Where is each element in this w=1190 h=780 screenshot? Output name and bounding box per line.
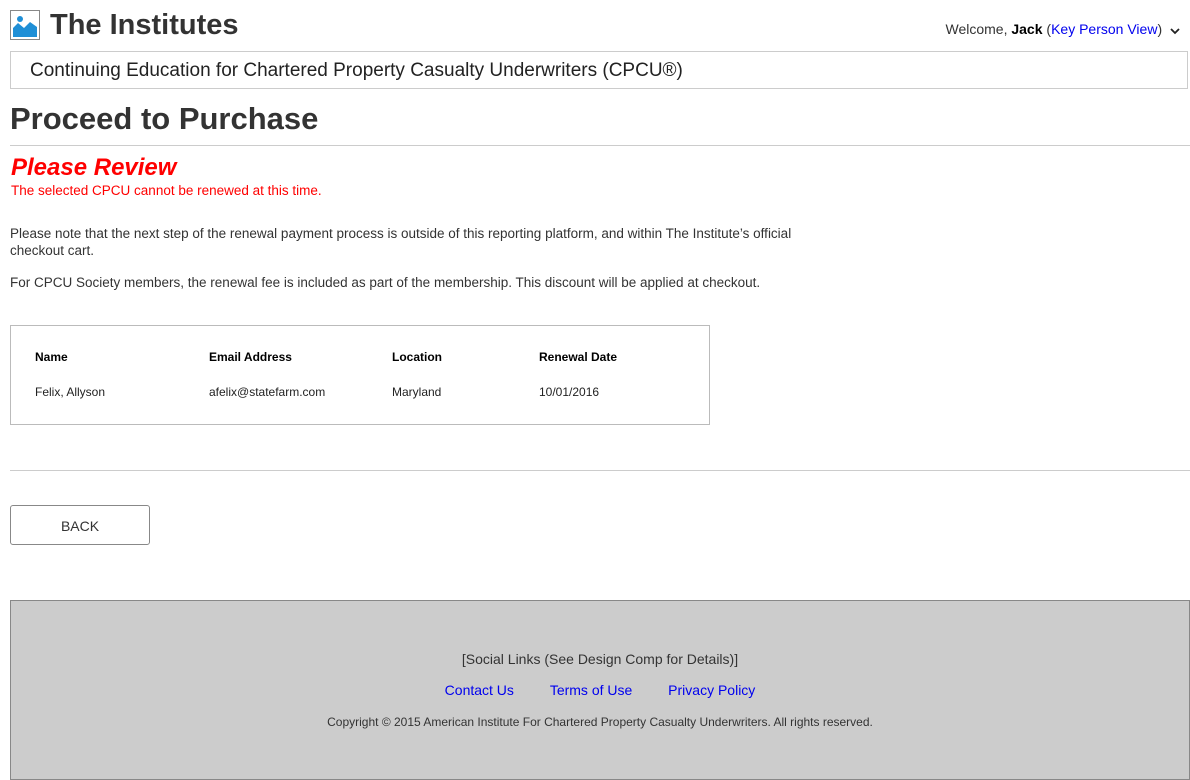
cell-location: Maryland	[392, 385, 442, 399]
cell-email: afelix@statefarm.com	[209, 385, 326, 399]
copyright: Copyright © 2015 American Institute For …	[327, 715, 873, 729]
welcome-prefix: Welcome,	[945, 21, 1012, 37]
divider	[10, 470, 1190, 471]
divider	[10, 145, 1190, 146]
footer-links: Contact Us Terms of Use Privacy Policy	[11, 681, 1189, 699]
cell-renewal-date: 10/01/2016	[539, 385, 600, 399]
view-close-paren: )	[1157, 21, 1163, 37]
back-button[interactable]: BACK	[10, 505, 150, 545]
page: The Institutes Welcome, Jack (Key Person…	[0, 0, 1190, 780]
image-placeholder-icon[interactable]	[10, 10, 40, 40]
welcome-bar: Welcome, Jack (Key Person View)	[945, 20, 1180, 39]
key-person-view-link[interactable]: Key Person View	[1051, 21, 1157, 37]
society-note: For CPCU Society members, the renewal fe…	[10, 275, 761, 290]
header: The Institutes Welcome, Jack (Key Person…	[10, 8, 1180, 44]
column-header-renewal-date: Renewal Date	[539, 350, 618, 364]
cell-name: Felix, Allyson	[35, 385, 106, 399]
column-header-location: Location	[392, 350, 442, 364]
footer: [Social Links (See Design Comp for Detai…	[10, 600, 1190, 780]
user-name: Jack	[1011, 21, 1043, 37]
checkout-note: Please note that the next step of the re…	[10, 226, 792, 258]
brand-name[interactable]: The Institutes	[50, 8, 239, 42]
review-heading: Please Review	[11, 154, 177, 181]
page-title: Proceed to Purchase	[10, 101, 319, 136]
privacy-policy-link[interactable]: Privacy Policy	[668, 682, 755, 698]
terms-of-use-link[interactable]: Terms of Use	[550, 682, 632, 698]
renewal-table: Name Email Address Location Renewal Date…	[10, 325, 710, 425]
view-open-paren: (	[1042, 21, 1052, 37]
review-error-message: The selected CPCU cannot be renewed at t…	[11, 183, 322, 198]
contact-us-link[interactable]: Contact Us	[445, 682, 514, 698]
column-header-email: Email Address	[209, 350, 292, 364]
course-title-box: Continuing Education for Chartered Prope…	[10, 51, 1188, 89]
social-links-placeholder: [Social Links (See Design Comp for Detai…	[461, 651, 739, 667]
course-title: Continuing Education for Chartered Prope…	[30, 60, 683, 81]
chevron-down-icon[interactable]	[1170, 21, 1180, 39]
column-header-name: Name	[35, 350, 68, 364]
